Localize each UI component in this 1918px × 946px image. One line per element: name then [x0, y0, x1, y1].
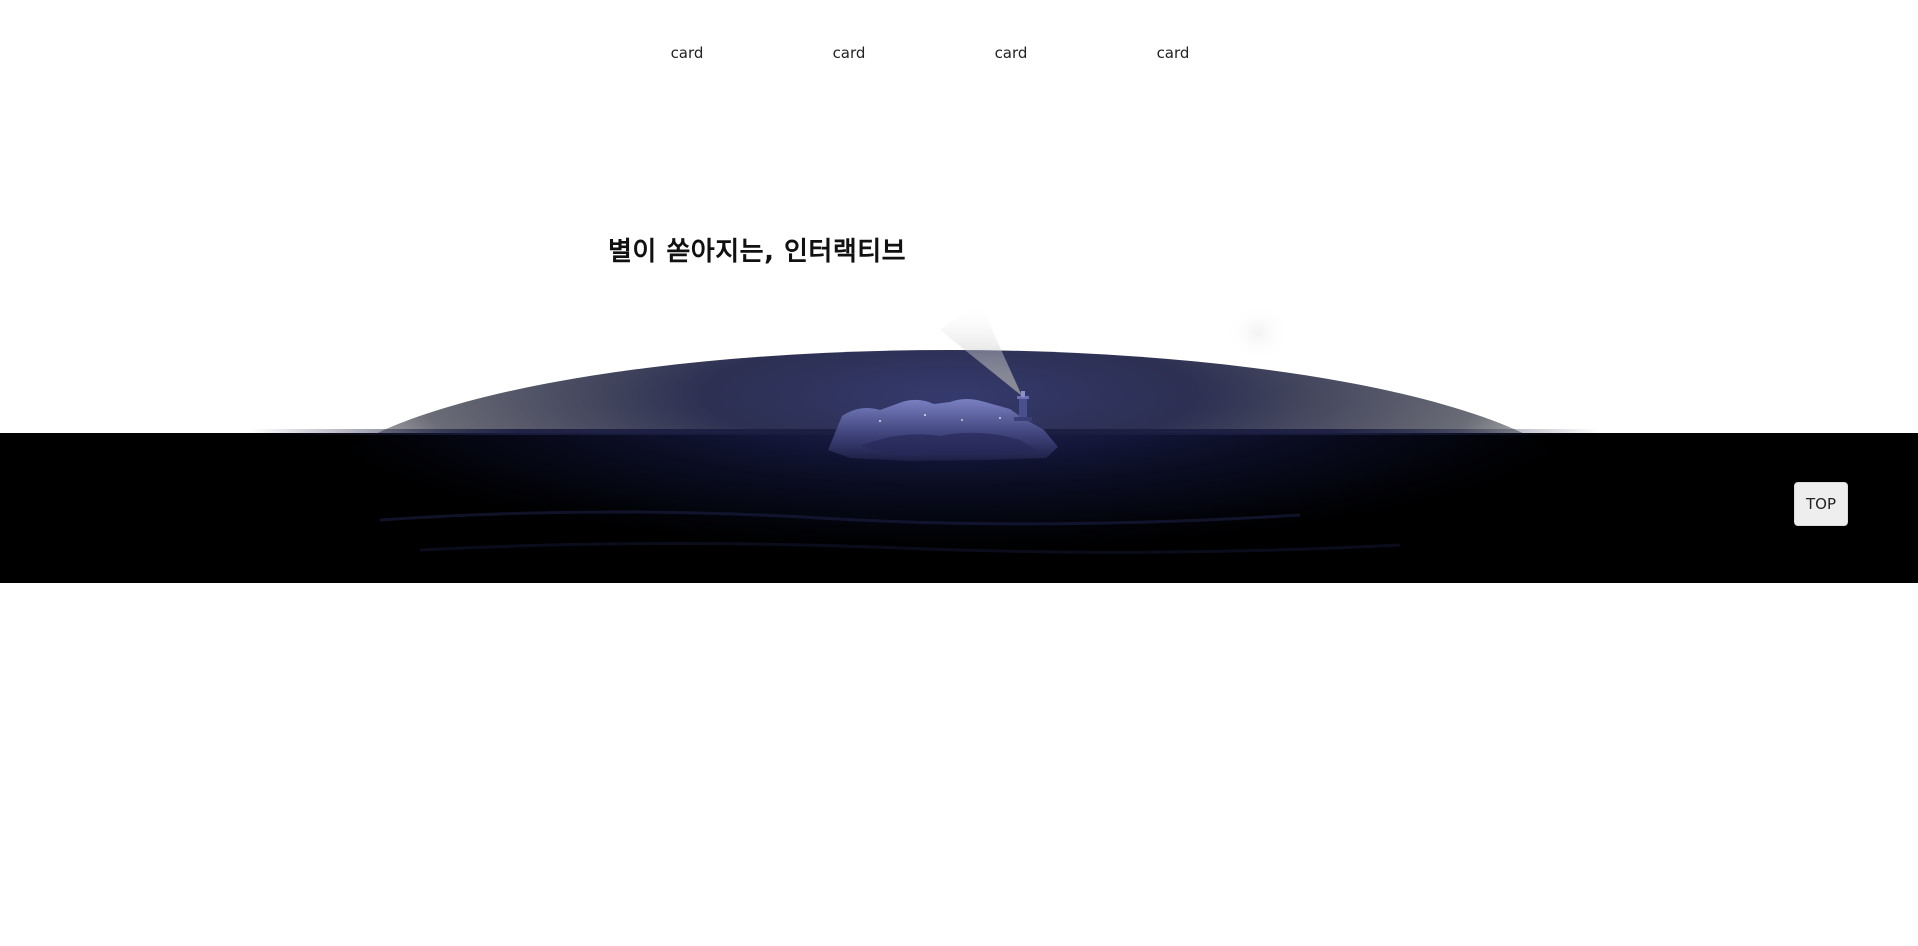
scroll-top-button[interactable]: TOP	[1794, 482, 1848, 526]
top-nav: card card card card	[0, 41, 1918, 65]
sea-band	[0, 433, 1918, 583]
nav-card-4[interactable]: card	[1143, 41, 1203, 65]
hero-title: 별이 쏟아지는, 인터랙티브	[608, 237, 907, 267]
page: card card card card 별이 쏟아지는, 인터랙티브 TOP	[0, 0, 1918, 946]
lighthouse-beam	[940, 303, 1022, 396]
nav-card-2[interactable]: card	[819, 41, 879, 65]
nav-card-3[interactable]: card	[981, 41, 1041, 65]
nav-card-1[interactable]: card	[657, 41, 717, 65]
moon-glow	[1226, 303, 1290, 363]
lighthouse-icon	[1014, 391, 1032, 421]
